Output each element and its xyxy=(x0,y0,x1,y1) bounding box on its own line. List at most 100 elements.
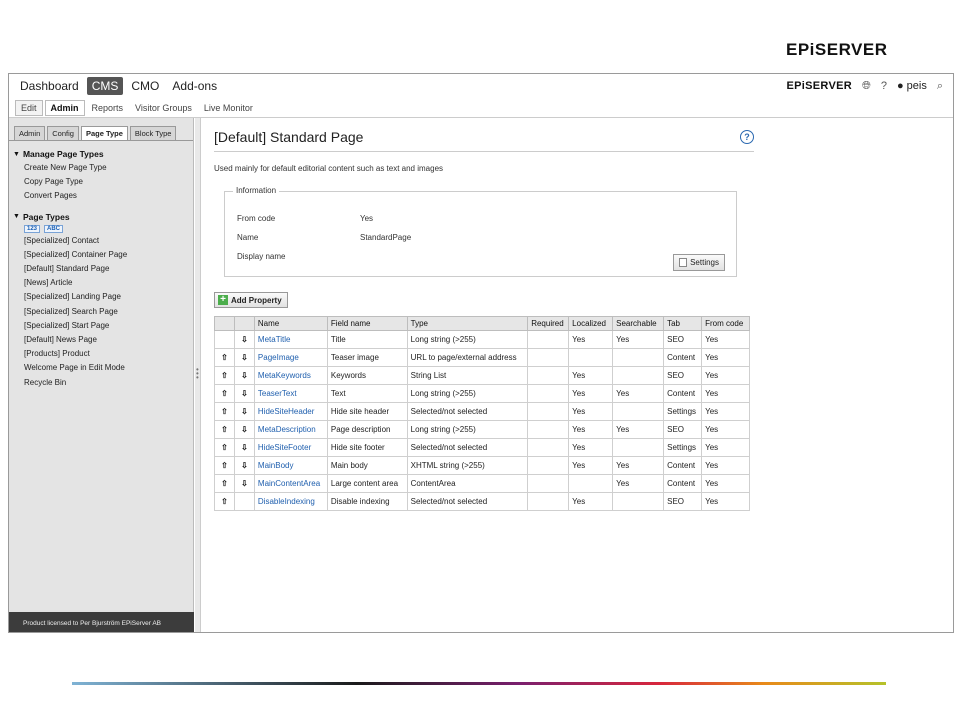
globe-icon[interactable]: 🌐︎ xyxy=(862,80,871,93)
panel-splitter[interactable]: • • • xyxy=(195,118,201,632)
cell-required xyxy=(527,384,570,403)
move-down-icon[interactable]: ⇩ xyxy=(233,330,255,349)
property-name-link[interactable]: HideSiteFooter xyxy=(253,438,328,457)
move-down-icon[interactable]: ⇩ xyxy=(233,402,255,421)
cell-tab: Content xyxy=(663,384,703,403)
subnav-visitor-groups[interactable]: Visitor Groups xyxy=(130,101,197,115)
property-name-link[interactable]: TeaserText xyxy=(253,384,328,403)
tab-page-type[interactable]: Page Type xyxy=(80,126,128,141)
sort-alphabetic-button[interactable]: ABC xyxy=(44,224,64,233)
cell-field-name: Text xyxy=(326,384,408,403)
property-name-link[interactable]: DisableIndexing xyxy=(253,492,328,511)
move-up-icon[interactable]: ⇧ xyxy=(214,384,235,403)
info-value-name: StandardPage xyxy=(360,233,412,242)
menu-copy-page-type[interactable]: Copy Page Type xyxy=(9,175,193,189)
group-manage-page-types[interactable]: ▼ Manage Page Types xyxy=(9,147,193,161)
nav-dashboard[interactable]: Dashboard xyxy=(15,77,84,95)
sort-badges: 123 ABC xyxy=(9,224,193,234)
move-up-icon[interactable]: ⇧ xyxy=(214,420,235,439)
episerver-app-window: Dashboard CMS CMO Add-ons EPiSERVER 🌐︎ ?… xyxy=(8,73,954,633)
collapse-triangle-icon: ▼ xyxy=(13,213,20,221)
property-name-link[interactable]: HideSiteHeader xyxy=(253,402,328,421)
property-name-link[interactable]: MainBody xyxy=(253,456,328,475)
information-legend: Information xyxy=(233,186,280,195)
page-type-item[interactable]: Welcome Page in Edit Mode xyxy=(9,361,193,375)
cell-type: Selected/not selected xyxy=(406,492,529,511)
cell-from-code: Yes xyxy=(701,438,750,457)
property-name-link[interactable]: MetaDescription xyxy=(253,420,328,439)
subnav-admin[interactable]: Admin xyxy=(44,99,85,116)
page-type-item[interactable]: [Products] Product xyxy=(9,347,193,361)
add-property-button[interactable]: + Add Property xyxy=(214,292,288,308)
sort-numeric-button[interactable]: 123 xyxy=(24,224,41,233)
cell-field-name: Disable indexing xyxy=(326,492,408,511)
left-panel-tabs: Admin Config Page Type Block Type xyxy=(9,118,193,141)
subnav-edit[interactable]: Edit xyxy=(15,99,43,116)
page-type-item[interactable]: [Specialized] Landing Page xyxy=(9,290,193,304)
cell-required xyxy=(527,456,570,475)
subnav-live-monitor[interactable]: Live Monitor xyxy=(199,101,258,115)
table-row: ⇧ ⇩ MetaDescription Page description Long st… xyxy=(214,420,750,439)
nav-cmo[interactable]: CMO xyxy=(126,77,164,95)
cell-required xyxy=(527,420,570,439)
tab-block-type[interactable]: Block Type xyxy=(129,126,177,141)
page-type-item[interactable]: [Default] News Page xyxy=(9,333,193,347)
page-type-item[interactable]: [Specialized] Start Page xyxy=(9,319,193,333)
move-down-icon[interactable]: ⇩ xyxy=(233,384,255,403)
nav-add-ons[interactable]: Add-ons xyxy=(167,77,222,95)
settings-button[interactable]: Settings xyxy=(673,254,725,271)
title-row: [Default] Standard Page ? xyxy=(214,129,754,152)
cell-type: String List xyxy=(406,366,529,385)
cell-field-name: Main body xyxy=(326,456,408,475)
menu-create-new-page-type[interactable]: Create New Page Type xyxy=(9,161,193,175)
settings-label: Settings xyxy=(690,258,719,267)
nav-cms[interactable]: CMS xyxy=(86,77,124,95)
move-up-icon[interactable]: ⇧ xyxy=(214,474,235,493)
admin-left-panel: Admin Config Page Type Block Type ▼ Manag… xyxy=(9,118,194,632)
cell-searchable: Yes xyxy=(612,474,665,493)
cell-type: Selected/not selected xyxy=(406,402,529,421)
tab-admin[interactable]: Admin xyxy=(14,126,46,141)
move-up-icon[interactable]: ⇧ xyxy=(214,438,235,457)
recycle-bin-item[interactable]: Recycle Bin xyxy=(9,376,193,390)
property-name-link[interactable]: MetaKeywords xyxy=(253,366,328,385)
col-move-up xyxy=(214,316,235,331)
cell-from-code: Yes xyxy=(701,474,750,493)
move-down-icon[interactable]: ⇩ xyxy=(233,456,255,475)
move-up-icon[interactable]: ⇧ xyxy=(214,456,235,475)
move-down-icon[interactable]: ⇩ xyxy=(233,474,255,493)
page-type-item[interactable]: [Specialized] Search Page xyxy=(9,305,193,319)
move-down-icon[interactable]: ⇩ xyxy=(233,438,255,457)
move-up-icon[interactable]: ⇧ xyxy=(214,402,235,421)
move-up-icon[interactable]: ⇧ xyxy=(214,366,235,385)
page-type-item[interactable]: [News] Article xyxy=(9,276,193,290)
cell-field-name: Title xyxy=(326,330,408,349)
group-page-types[interactable]: ▼ Page Types xyxy=(9,210,193,224)
cell-field-name: Teaser image xyxy=(326,348,408,367)
cell-field-name: Hide site footer xyxy=(326,438,408,457)
cell-required xyxy=(527,474,570,493)
page-type-item[interactable]: [Specialized] Contact xyxy=(9,234,193,248)
move-up-icon[interactable]: ⇧ xyxy=(214,348,235,367)
move-up-icon[interactable]: ⇧ xyxy=(214,492,235,511)
move-down-icon[interactable]: ⇩ xyxy=(233,348,255,367)
information-fieldset: Information From code Yes Name StandardP… xyxy=(224,186,737,277)
cell-tab: Content xyxy=(663,474,703,493)
cell-field-name: Hide site header xyxy=(326,402,408,421)
help-circle-icon[interactable]: ? xyxy=(740,130,754,144)
property-name-link[interactable]: MainContentArea xyxy=(253,474,328,493)
move-down-icon[interactable]: ⇩ xyxy=(233,366,255,385)
property-name-link[interactable]: PageImage xyxy=(253,348,328,367)
property-name-link[interactable]: MetaTitle xyxy=(253,330,328,349)
menu-convert-pages[interactable]: Convert Pages xyxy=(9,189,193,203)
help-icon[interactable]: ? xyxy=(881,80,887,92)
subnav-reports[interactable]: Reports xyxy=(87,101,129,115)
episerver-brand-logo: EPiSERVER xyxy=(786,80,852,92)
page-type-item[interactable]: [Default] Standard Page xyxy=(9,262,193,276)
user-menu[interactable]: ● peis xyxy=(897,80,927,92)
page-type-item[interactable]: [Specialized] Container Page xyxy=(9,248,193,262)
tab-config[interactable]: Config xyxy=(47,126,79,141)
search-icon[interactable]: ⌕ xyxy=(937,80,943,93)
move-down-icon[interactable]: ⇩ xyxy=(233,420,255,439)
cell-localized xyxy=(568,474,614,493)
